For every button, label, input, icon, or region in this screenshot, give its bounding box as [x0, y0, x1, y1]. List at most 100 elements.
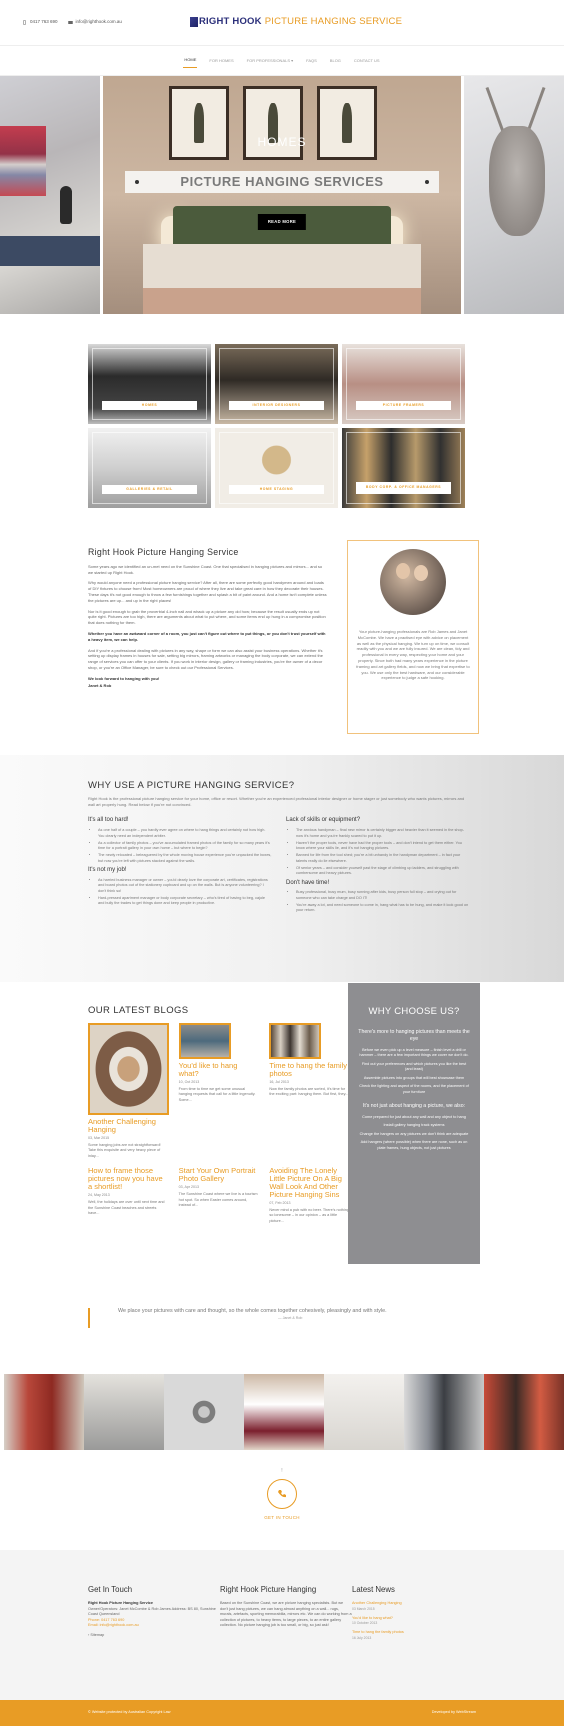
- blog-title[interactable]: Start Your Own Portrait Photo Gallery: [179, 1167, 260, 1183]
- blog-thumbnail[interactable]: [178, 1022, 231, 1059]
- blog-card[interactable]: Start Your Own Portrait Photo Gallery 03…: [179, 1167, 260, 1224]
- blog-title[interactable]: You'd like to hang what?: [179, 1061, 260, 1078]
- nav-contact-us[interactable]: CONTACT US: [353, 54, 381, 68]
- blog-date: 07, Feb 2013: [269, 1200, 291, 1205]
- cta-label[interactable]: GET IN TOUCH: [0, 1515, 564, 1522]
- copyright-text: © Website protected by Australian Copyri…: [88, 1710, 171, 1715]
- blog-card[interactable]: Time to hang the family photos 16, Jul 2…: [269, 1022, 350, 1159]
- why-list-item: As one half of a couple – you hardly eve…: [98, 828, 272, 839]
- news-date: 03 March 2015: [352, 1606, 375, 1611]
- footer-contact-column: Get In Touch Right Hook Picture Hanging …: [88, 1584, 220, 1638]
- hero-banner-title: PICTURE HANGING SERVICES: [125, 171, 439, 193]
- hero-next-slide[interactable]: [464, 76, 564, 314]
- nav-for-professionals[interactable]: FOR PROFESSIONALS ▾: [246, 54, 294, 68]
- nav-for-homes[interactable]: FOR HOMES: [208, 54, 234, 68]
- nav-faqs[interactable]: FAQS: [305, 54, 318, 68]
- blog-card[interactable]: You'd like to hang what? 10, Oct 2013 Fr…: [178, 1022, 260, 1159]
- blog-thumbnail[interactable]: [269, 1022, 322, 1059]
- testimonial-quote: We place your pictures with care and tho…: [88, 1308, 478, 1328]
- category-body-corp-office[interactable]: BODY CORP. & OFFICE MANAGERS: [342, 428, 465, 508]
- gallery-photo[interactable]: [324, 1374, 404, 1450]
- category-homes[interactable]: HOMES: [88, 344, 211, 424]
- blanket-image: [143, 288, 421, 314]
- cta-marker: !: [281, 1468, 283, 1474]
- why-list: The anxious handyman – final new mirror …: [286, 828, 470, 877]
- nav-blog[interactable]: BLOG: [329, 54, 342, 68]
- gallery-photo[interactable]: [244, 1374, 324, 1450]
- category-label: PICTURE FRAMERS: [356, 401, 451, 410]
- why-list-item: Of senior years – and consider yourself …: [296, 866, 470, 877]
- blog-title[interactable]: Avoiding The Lonely Little Picture On A …: [269, 1167, 350, 1199]
- news-date: 16 July 2013: [352, 1635, 372, 1640]
- profile-text: Your picture-hanging professionals are R…: [356, 629, 470, 681]
- category-label: BODY CORP. & OFFICE MANAGERS: [356, 482, 451, 494]
- hero-prev-slide[interactable]: [0, 76, 100, 314]
- category-label: HOME STAGING: [229, 485, 324, 494]
- category-interior-designers[interactable]: INTERIOR DESIGNERS: [215, 344, 338, 424]
- why-heading: Lack of skills or equipment?: [286, 817, 361, 824]
- why-list: As harried business manager or owner – y…: [88, 878, 272, 907]
- deer-head-image: [489, 126, 545, 236]
- blog-card[interactable]: Another Challenging Hanging 03, Mar 2015…: [88, 1022, 169, 1159]
- gallery-photo[interactable]: [484, 1374, 564, 1450]
- site-logo[interactable]: RIGHT HOOK PICTURE HANGING SERVICE: [190, 15, 402, 29]
- blog-excerpt: Well, the holidays are over until next t…: [88, 1200, 165, 1216]
- footer-news-column: Latest News Another Challenging Hanging …: [352, 1584, 484, 1645]
- footer-heading: Get In Touch: [88, 1585, 133, 1594]
- read-more-button[interactable]: READ MORE: [257, 214, 307, 231]
- phone-icon: [23, 19, 26, 25]
- footer: Get In Touch Right Hook Picture Hanging …: [0, 1550, 564, 1700]
- footer-email-link[interactable]: Email: info@righthook.com.au: [88, 1623, 220, 1629]
- blog-excerpt: Never mind a pub with no beer. There's n…: [269, 1207, 349, 1223]
- hero-slider: HOMES PICTURE HANGING SERVICES READ MORE: [0, 76, 564, 314]
- abstract-painting-image: [0, 126, 46, 196]
- about-paragraph: And if you're a professional dealing wit…: [88, 647, 324, 670]
- quote-author: — Janet & Rob: [278, 1315, 303, 1320]
- copyright-bar: © Website protected by Australian Copyri…: [0, 1700, 564, 1726]
- nav-home[interactable]: HOME: [183, 53, 198, 68]
- blog-card[interactable]: How to frame those pictures now you have…: [88, 1167, 169, 1224]
- developer-credit-link[interactable]: Developed by WebStream: [432, 1710, 476, 1716]
- choose-text: Check the lighting and aspect of the roo…: [359, 1084, 469, 1094]
- category-home-staging[interactable]: HOME STAGING: [215, 428, 338, 508]
- blog-grid-row2: How to frame those pictures now you have…: [88, 1167, 350, 1224]
- blog-grid-row1: Another Challenging Hanging 03, Mar 2015…: [88, 1022, 350, 1159]
- hero-current-slide: HOMES PICTURE HANGING SERVICES READ MORE: [103, 76, 461, 314]
- why-columns: It's all too hard! As one half of a coup…: [88, 814, 470, 915]
- gallery-photo[interactable]: [404, 1374, 484, 1450]
- blog-card[interactable]: Avoiding The Lonely Little Picture On A …: [269, 1167, 350, 1224]
- blogs-title: OUR LATEST BLOGS: [88, 1005, 189, 1016]
- main-nav: HOME FOR HOMES FOR PROFESSIONALS ▾ FAQS …: [0, 46, 564, 76]
- gallery-photo[interactable]: [164, 1374, 244, 1450]
- cta-phone-button[interactable]: [267, 1479, 297, 1510]
- top-bar: 0417 763 690 info@righthook.com.au RIGHT…: [0, 0, 564, 46]
- footer-contact-text: Owner/Operators: Janet McCombe & Rob Jam…: [88, 1606, 216, 1617]
- sitemap-link[interactable]: › Sitemap: [88, 1633, 220, 1639]
- choose-subheading: There's more to hanging pictures than me…: [358, 1028, 470, 1043]
- logo-text-secondary: PICTURE HANGING SERVICE: [264, 16, 403, 27]
- blog-title[interactable]: Time to hang the family photos: [269, 1061, 350, 1078]
- choose-text: Assemble pictures into groups that will …: [363, 1075, 465, 1080]
- phone-contact[interactable]: 0417 763 690: [22, 19, 58, 26]
- about-signoff: We look forward to hanging with you!: [88, 675, 160, 681]
- choose-text: Change the hangers on any pictures we do…: [359, 1131, 469, 1136]
- category-picture-framers[interactable]: PICTURE FRAMERS: [342, 344, 465, 424]
- blog-title[interactable]: How to frame those pictures now you have…: [88, 1167, 169, 1191]
- category-label: GALLERIES & RETAIL: [102, 485, 197, 494]
- quote-text: We place your pictures with care and tho…: [118, 1308, 387, 1314]
- why-list-item: Banned for life from the tool shed; you'…: [296, 853, 470, 864]
- hero-small-title: HOMES: [257, 135, 307, 149]
- blog-thumbnail[interactable]: [88, 1022, 169, 1115]
- why-heading: It's not my job!: [88, 867, 127, 874]
- gallery-photo[interactable]: [4, 1374, 84, 1450]
- blog-title[interactable]: Another Challenging Hanging: [88, 1117, 169, 1134]
- footer-about-column: Right Hook Picture Hanging Based on the …: [220, 1584, 352, 1629]
- gallery-photo[interactable]: [84, 1374, 164, 1450]
- logo-text-primary: RIGHT HOOK: [199, 16, 262, 27]
- email-contact[interactable]: info@righthook.com.au: [67, 19, 122, 26]
- why-column-right: Lack of skills or equipment? The anxious…: [286, 814, 470, 915]
- photo-gallery-strip: [4, 1374, 564, 1450]
- category-galleries-retail[interactable]: GALLERIES & RETAIL: [88, 428, 211, 508]
- why-list-item: You're away a lot, and need someone to c…: [296, 903, 470, 914]
- footer-org-name: Right Hook Picture Hanging Service: [88, 1601, 153, 1606]
